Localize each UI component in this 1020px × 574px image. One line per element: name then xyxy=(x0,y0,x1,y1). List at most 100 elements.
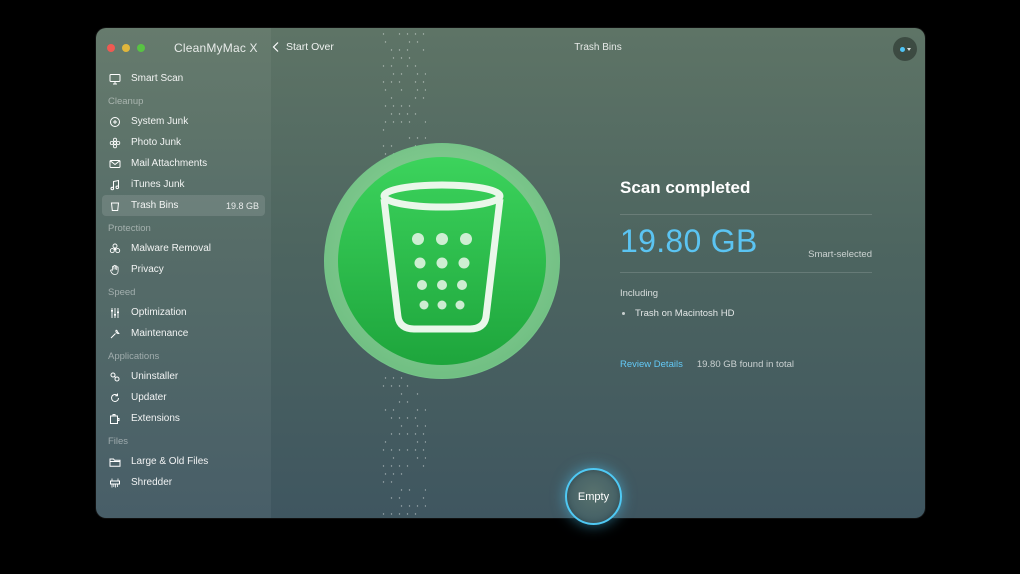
trash-bins-size: 19.8 GB xyxy=(225,200,259,211)
sidebar-item-optimization[interactable]: Optimization xyxy=(96,302,271,323)
sidebar-item-maintenance[interactable]: Maintenance xyxy=(96,323,271,344)
sidebar-item-smart-scan[interactable]: Smart Scan xyxy=(96,68,271,89)
section-header-applications: Applications xyxy=(108,351,160,362)
decorative-dot xyxy=(390,81,393,83)
decorative-dot xyxy=(384,41,387,43)
sidebar: CleanMyMac X Smart Scan Cleanup System J… xyxy=(96,28,271,518)
monitor-icon xyxy=(108,72,121,85)
uninstaller-icon xyxy=(108,370,121,383)
decorative-dot xyxy=(416,505,419,507)
details-row: Review Details 19.80 GB found in total xyxy=(620,359,872,370)
sidebar-item-trash-bins[interactable]: Trash Bins 19.8 GB xyxy=(102,195,265,216)
sidebar-item-uninstaller[interactable]: Uninstaller xyxy=(96,366,271,387)
sidebar-nav: Smart Scan Cleanup System Junk Photo Jun… xyxy=(96,68,271,493)
envelope-icon xyxy=(108,157,121,170)
empty-button[interactable]: Empty xyxy=(565,468,622,525)
decorative-dot xyxy=(422,81,425,83)
sidebar-item-itunes-junk[interactable]: iTunes Junk xyxy=(96,174,271,195)
sidebar-item-extensions[interactable]: Extensions xyxy=(96,408,271,429)
decorative-dot xyxy=(390,65,393,67)
decorative-dot xyxy=(398,49,401,51)
sidebar-item-updater[interactable]: Updater xyxy=(96,387,271,408)
total-size: 19.80 GB xyxy=(620,223,758,259)
decorative-dot xyxy=(408,105,411,107)
shredder-icon xyxy=(108,476,121,489)
decorative-dot xyxy=(406,385,409,387)
decorative-dot xyxy=(398,465,401,467)
section-header-cleanup: Cleanup xyxy=(108,96,144,107)
decorative-dot xyxy=(382,385,385,387)
decorative-dot xyxy=(392,73,395,75)
decorative-dot xyxy=(400,121,403,123)
decorative-dot xyxy=(416,89,419,91)
decorative-dot xyxy=(382,129,385,131)
sidebar-item-label: Trash Bins xyxy=(131,200,179,211)
decorative-dot xyxy=(390,497,393,499)
decorative-dot xyxy=(398,385,401,387)
decorative-dot xyxy=(406,401,409,403)
decorative-dot xyxy=(400,489,403,491)
bullet-icon xyxy=(622,312,625,315)
decorative-dot xyxy=(400,425,403,427)
sidebar-item-label: System Junk xyxy=(131,116,189,127)
decorative-dot xyxy=(384,441,387,443)
close-button[interactable] xyxy=(107,44,115,52)
sidebar-item-label: Mail Attachments xyxy=(131,158,208,169)
sidebar-item-label: Maintenance xyxy=(131,328,189,339)
assistant-button[interactable] xyxy=(893,37,917,61)
decorative-dot xyxy=(414,33,417,35)
trash-icon xyxy=(108,199,121,212)
sidebar-item-label: Smart Scan xyxy=(131,73,184,84)
decorative-dot xyxy=(416,393,419,395)
sidebar-item-system-junk[interactable]: System Junk xyxy=(96,111,271,132)
decorative-dot xyxy=(422,433,425,435)
app-title: CleanMyMac X xyxy=(174,41,258,55)
sidebar-item-privacy[interactable]: Privacy xyxy=(96,259,271,280)
decorative-dot xyxy=(400,73,403,75)
decorative-dot xyxy=(406,417,409,419)
decorative-dot xyxy=(414,81,417,83)
sidebar-item-photo-junk[interactable]: Photo Junk xyxy=(96,132,271,153)
decorative-dot xyxy=(424,409,426,411)
minimize-button[interactable] xyxy=(122,44,130,52)
decorative-dot xyxy=(406,465,409,467)
empty-button-label: Empty xyxy=(577,490,610,503)
decorative-dot xyxy=(416,409,419,411)
app-window: CleanMyMac X Smart Scan Cleanup System J… xyxy=(96,28,925,518)
decorative-dot xyxy=(406,113,409,115)
wrench-icon xyxy=(108,327,121,340)
decorative-dot xyxy=(416,137,419,139)
decorative-dot xyxy=(382,465,385,467)
sidebar-item-mail-attachments[interactable]: Mail Attachments xyxy=(96,153,271,174)
decorative-dot xyxy=(390,513,393,515)
sidebar-item-malware-removal[interactable]: Malware Removal xyxy=(96,238,271,259)
sidebar-item-label: Shredder xyxy=(131,477,173,488)
sidebar-item-large-old-files[interactable]: Large & Old Files xyxy=(96,451,271,472)
decorative-dot xyxy=(392,121,395,123)
decorative-dot xyxy=(408,137,411,139)
list-item-label: Trash on Macintosh HD xyxy=(635,308,735,319)
decorative-dot xyxy=(408,489,411,491)
page-title: Trash Bins xyxy=(574,42,622,53)
decorative-dot xyxy=(390,49,393,51)
decorative-dot xyxy=(390,417,393,419)
sidebar-item-label: iTunes Junk xyxy=(131,179,185,190)
decorative-dot xyxy=(422,449,425,451)
zoom-button[interactable] xyxy=(137,44,145,52)
decorative-dot xyxy=(424,137,426,139)
decorative-dot xyxy=(390,113,393,115)
decorative-dot xyxy=(416,41,419,43)
decorative-dot xyxy=(398,433,401,435)
sidebar-item-label: Large & Old Files xyxy=(131,456,209,467)
sidebar-item-shredder[interactable]: Shredder xyxy=(96,472,271,493)
decorative-dot xyxy=(406,33,409,35)
decorative-dot xyxy=(398,81,401,83)
section-header-protection: Protection xyxy=(108,223,151,234)
decorative-dot xyxy=(398,113,401,115)
decorative-dot xyxy=(392,457,395,459)
review-details-link[interactable]: Review Details xyxy=(620,359,683,370)
decorative-dot xyxy=(398,401,401,403)
decorative-dot xyxy=(390,97,393,99)
decorative-dot xyxy=(424,441,426,443)
chevron-down-icon xyxy=(906,47,911,51)
